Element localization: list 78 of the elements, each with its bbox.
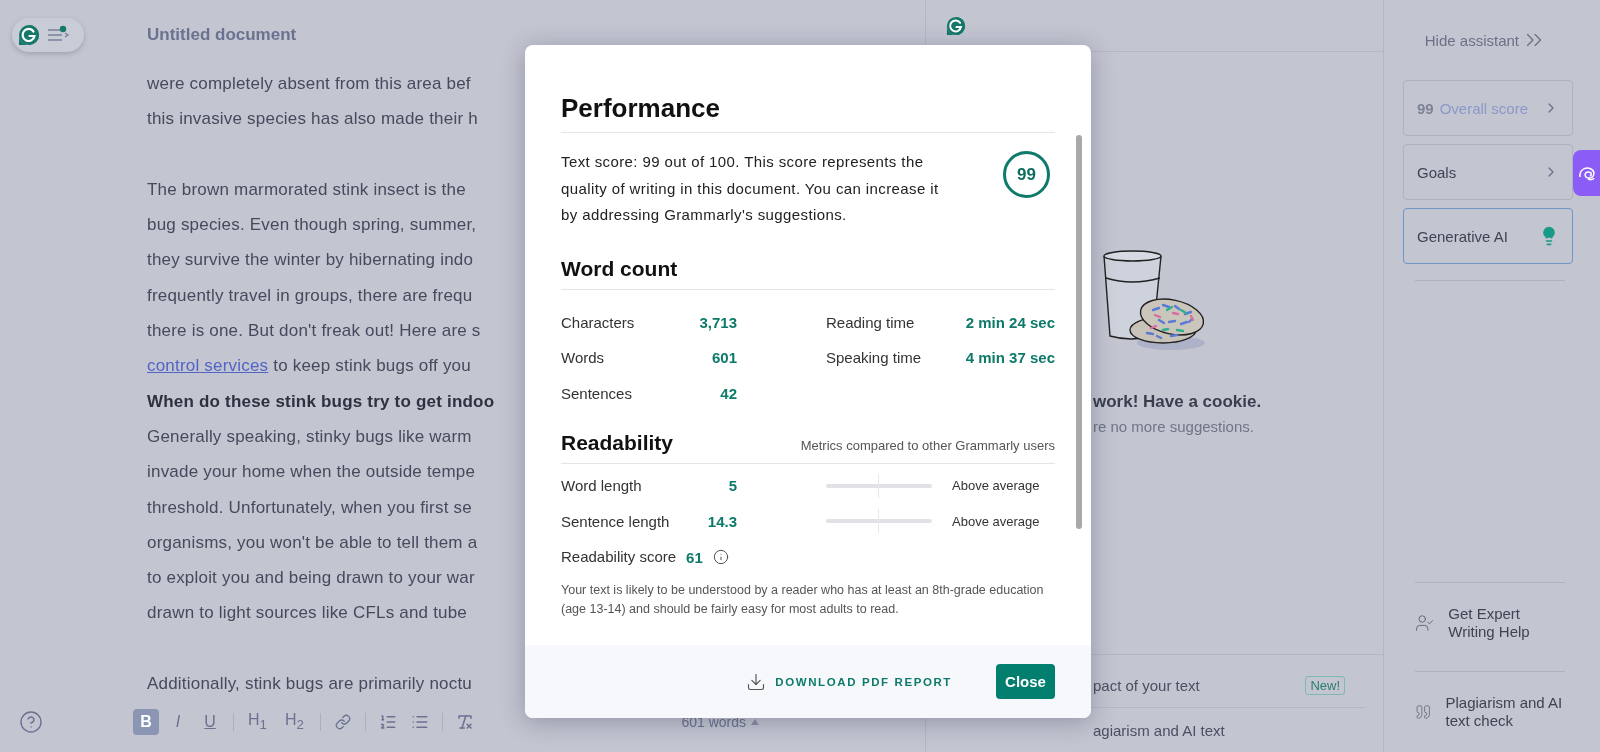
heading-button[interactable]: H$_{1}$ — [242, 709, 273, 735]
document-title[interactable]: Untitled document — [147, 25, 297, 45]
card-label: Generative AI — [1417, 227, 1508, 245]
sidebar-link[interactable]: Get Expert Writing Help — [1403, 583, 1577, 663]
help-icon[interactable] — [19, 710, 43, 734]
text-line: to exploit you and being drawn to your war — [147, 567, 476, 590]
metric-label: Readability score — [561, 547, 677, 568]
text-line: invade your home when the outside tempe — [147, 461, 477, 484]
close-button[interactable]: Close — [996, 664, 1055, 699]
metric-value: 61 — [686, 548, 703, 566]
swirl-icon — [1577, 165, 1596, 181]
metric-value: 5 — [727, 476, 737, 496]
stat-value: 4 min 37 sec — [965, 348, 1055, 368]
text-line: they survive the winter by hibernating indo — [147, 249, 475, 272]
assistant-tab-button[interactable] — [1573, 150, 1600, 196]
info-icon[interactable] — [712, 549, 729, 565]
format-button[interactable]: U — [197, 709, 223, 735]
text-line: frequently travel in groups, there are frequ — [147, 284, 474, 307]
dialog-title: Performance — [561, 93, 1055, 133]
stat-value: 42 — [719, 383, 737, 404]
logo-icon — [18, 24, 40, 46]
readability-summary: Your text is likely to be understood by a reader who has at least an 8th-grade education (age 13-14) and should be fairly easy for most adults to read. — [561, 582, 1045, 618]
cookie-text: re no more suggestions. — [1093, 418, 1254, 435]
download-report-button[interactable]: DOWNLOAD PDF REPORT — [740, 670, 958, 693]
stat-value: 2 min 24 sec — [965, 312, 1055, 333]
metric-label: Word length — [561, 476, 643, 496]
text-line: threshold. Unfortunately, when you first se — [147, 496, 473, 519]
text-line: this invasive species has also made their h — [147, 108, 479, 131]
sidebar-card[interactable]: Generative AI — [1403, 208, 1573, 264]
logo-menu-button[interactable] — [12, 18, 84, 52]
stat-value: 601 — [710, 348, 737, 368]
heading-button[interactable]: H$_{2}$ — [279, 709, 310, 735]
scrollbar-thumb[interactable] — [1076, 135, 1082, 529]
sidebar-link[interactable]: Plagiarism and AI text check — [1403, 672, 1577, 752]
link[interactable]: control services — [147, 356, 269, 376]
text-line: The brown marmorated stink insect is the — [147, 178, 467, 201]
bullet-list-icon — [410, 713, 429, 731]
text-line: there is one. But don't freak out! Here are s — [147, 320, 482, 343]
score-description: Text score: 99 out of 100. This score represents the quality of writing in this document. You can increase it by addressing Grammarly's suggestions. — [561, 152, 940, 225]
logo-icon — [946, 15, 966, 36]
format-button[interactable]: I — [165, 709, 191, 735]
score-circle: 99 — [1003, 151, 1050, 198]
metric-rating: Above average — [952, 513, 1041, 529]
text-line: drawn to light sources like CFLs and tube — [147, 602, 469, 625]
score-value: 99 — [1417, 99, 1434, 117]
text-line: Additionally, stink bugs are primarily noctu — [147, 673, 474, 696]
text-line: bug species. Even though spring, summer, — [147, 214, 478, 237]
stat-label: Characters — [561, 312, 636, 333]
stat-label: Sentences — [561, 383, 633, 404]
metrics-note: Metrics compared to other Grammarly users — [800, 438, 1055, 453]
metric-value: 14.3 — [706, 511, 737, 532]
stat-value: 3,713 — [698, 312, 737, 333]
stat-label: Speaking time — [826, 348, 923, 368]
stat-label: Reading time — [826, 312, 916, 333]
sidebar-card[interactable]: 99 Overall score — [1403, 80, 1573, 136]
download-icon — [746, 671, 767, 692]
section-title: Word count — [561, 256, 678, 281]
heading-text: When do these stink bugs try to get indoo — [147, 390, 496, 413]
metric-rating: Above average — [952, 478, 1041, 494]
section-title: Readability — [561, 431, 674, 455]
assistant-row-text[interactable]: pact of your text — [1093, 676, 1200, 694]
text-line: Generally speaking, stinky bugs like warm — [147, 425, 473, 448]
sidebar-card[interactable]: Goals — [1403, 144, 1573, 200]
stat-label: Words — [561, 348, 606, 368]
link-icon — [334, 714, 351, 730]
card-label: Goals — [1417, 163, 1457, 181]
text-line: were completely absent from this area bef — [147, 73, 472, 95]
format-button[interactable]: B — [133, 709, 159, 735]
metric-label: Sentence length — [561, 511, 671, 532]
text-line: organisms, you won't be able to tell them a — [147, 531, 479, 554]
cookie-title: work! Have a cookie. — [1093, 392, 1262, 412]
clear-formatting-icon — [455, 713, 474, 731]
new-badge: New! — [1305, 675, 1345, 695]
numbered-list-icon — [378, 713, 397, 731]
hide-assistant-button[interactable]: Hide assistant — [1403, 0, 1577, 80]
card-label: Overall score — [1439, 99, 1529, 117]
text-line: control services to keep stink bugs off you — [147, 355, 472, 378]
assistant-row-text[interactable]: agiarism and AI text — [1093, 721, 1225, 739]
